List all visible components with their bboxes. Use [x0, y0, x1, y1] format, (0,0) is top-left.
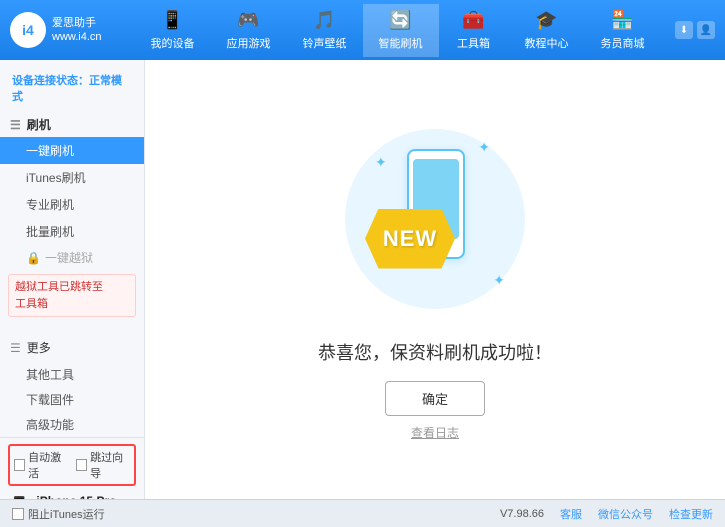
- ringtone-icon: 🎵: [313, 10, 335, 31]
- sidebar-item-onekey-flash[interactable]: 一键刷机: [0, 137, 144, 164]
- header: i4 爱思助手 www.i4.cn 📱 我的设备 🎮 应用游戏 🎵 铃声壁纸 🔄…: [0, 0, 725, 60]
- check-update-link[interactable]: 检查更新: [669, 506, 713, 522]
- version-label: V7.98.66: [500, 508, 544, 520]
- sidebar-item-pro-flash[interactable]: 专业刷机: [0, 191, 144, 218]
- sidebar-bottom: 自动激活 跳过向导 📱 iPhone 15 Pro Max 512GB iPho…: [0, 437, 144, 499]
- main-layout: 设备连接状态：正常模式 ☰ 刷机 一键刷机 iTunes刷机 专业刷机 批量刷机…: [0, 60, 725, 499]
- auto-options-row: 自动激活 跳过向导: [8, 444, 136, 486]
- footer: 阻止iTunes运行 V7.98.66 客服 微信公众号 检查更新: [0, 499, 725, 527]
- logo-icon: i4: [10, 12, 46, 48]
- sparkle-icon-2: ✦: [478, 139, 490, 156]
- footer-right: V7.98.66 客服 微信公众号 检查更新: [500, 506, 713, 522]
- user-icon[interactable]: 👤: [697, 21, 715, 39]
- auto-activate-checkbox[interactable]: 自动激活: [14, 449, 68, 481]
- nav-tab-tutorial[interactable]: 🎓 教程中心: [509, 4, 585, 57]
- new-badge: NEW: [365, 209, 455, 269]
- sidebar-section-flash: ☰ 刷机: [0, 112, 144, 137]
- sidebar-section-more: ☰ 更多: [0, 333, 144, 362]
- content-area: NEW ✦ ✦ ✦ 恭喜您，保资料刷机成功啦！ 确定 查看日志: [145, 60, 725, 499]
- nav-tabs: 📱 我的设备 🎮 应用游戏 🎵 铃声壁纸 🔄 智能刷机 🧰 工具箱 🎓 教程中心…: [130, 4, 665, 57]
- device-phone-icon: 📱: [8, 496, 30, 499]
- nav-tab-apps-games[interactable]: 🎮 应用游戏: [211, 4, 287, 57]
- view-log-link[interactable]: 查看日志: [411, 424, 459, 441]
- apps-games-icon: 🎮: [237, 10, 259, 31]
- sidebar-item-other-tools[interactable]: 其他工具: [0, 362, 144, 387]
- smart-flash-icon: 🔄: [389, 10, 411, 31]
- success-message: 恭喜您，保资料刷机成功啦！: [318, 339, 552, 365]
- logo-area: i4 爱思助手 www.i4.cn: [10, 12, 130, 48]
- success-illustration: NEW ✦ ✦ ✦: [335, 119, 535, 319]
- tutorial-icon: 🎓: [535, 10, 557, 31]
- sidebar-warning-jailbreak: 越狱工具已跳转至 工具箱: [8, 274, 136, 317]
- toolbox-icon: 🧰: [462, 10, 484, 31]
- flash-section-icon: ☰: [10, 118, 21, 132]
- itunes-checkbox[interactable]: 阻止iTunes运行: [12, 506, 105, 522]
- nav-tab-service[interactable]: 🏪 务员商城: [585, 4, 661, 57]
- sidebar-item-advanced[interactable]: 高级功能: [0, 412, 144, 437]
- sparkle-icon-1: ✦: [375, 154, 387, 171]
- logo-text: 爱思助手 www.i4.cn: [52, 16, 102, 45]
- my-device-icon: 📱: [161, 10, 183, 31]
- wechat-link[interactable]: 微信公众号: [598, 506, 653, 522]
- itunes-cb-box[interactable]: [12, 508, 24, 520]
- device-name: iPhone 15 Pro Max: [36, 494, 136, 499]
- sidebar-item-itunes-flash[interactable]: iTunes刷机: [0, 164, 144, 191]
- more-section-icon: ☰: [10, 341, 21, 355]
- sidebar-item-batch-flash[interactable]: 批量刷机: [0, 218, 144, 245]
- nav-tab-smart-flash[interactable]: 🔄 智能刷机: [363, 4, 439, 57]
- sidebar-item-download-firmware[interactable]: 下载固件: [0, 387, 144, 412]
- confirm-button[interactable]: 确定: [385, 381, 485, 416]
- nav-tab-ringtone[interactable]: 🎵 铃声壁纸: [287, 4, 363, 57]
- skip-guide-cb-box[interactable]: [76, 459, 87, 471]
- nav-tab-toolbox[interactable]: 🧰 工具箱: [439, 4, 509, 57]
- skip-guide-checkbox[interactable]: 跳过向导: [76, 449, 130, 481]
- sidebar-disabled-jailbreak: 🔒 一键越狱: [0, 245, 144, 270]
- device-info: iPhone 15 Pro Max 512GB iPhone: [36, 494, 136, 499]
- sidebar: 设备连接状态：正常模式 ☰ 刷机 一键刷机 iTunes刷机 专业刷机 批量刷机…: [0, 60, 145, 499]
- service-icon: 🏪: [611, 10, 633, 31]
- service-link[interactable]: 客服: [560, 506, 582, 522]
- header-actions: ⬇ 👤: [675, 21, 715, 39]
- connection-status: 设备连接状态：正常模式: [0, 68, 144, 112]
- nav-tab-my-device[interactable]: 📱 我的设备: [135, 4, 211, 57]
- download-icon[interactable]: ⬇: [675, 21, 693, 39]
- sparkle-icon-3: ✦: [493, 272, 505, 289]
- device-entry: 📱 iPhone 15 Pro Max 512GB iPhone: [8, 490, 136, 499]
- auto-activate-cb-box[interactable]: [14, 459, 25, 471]
